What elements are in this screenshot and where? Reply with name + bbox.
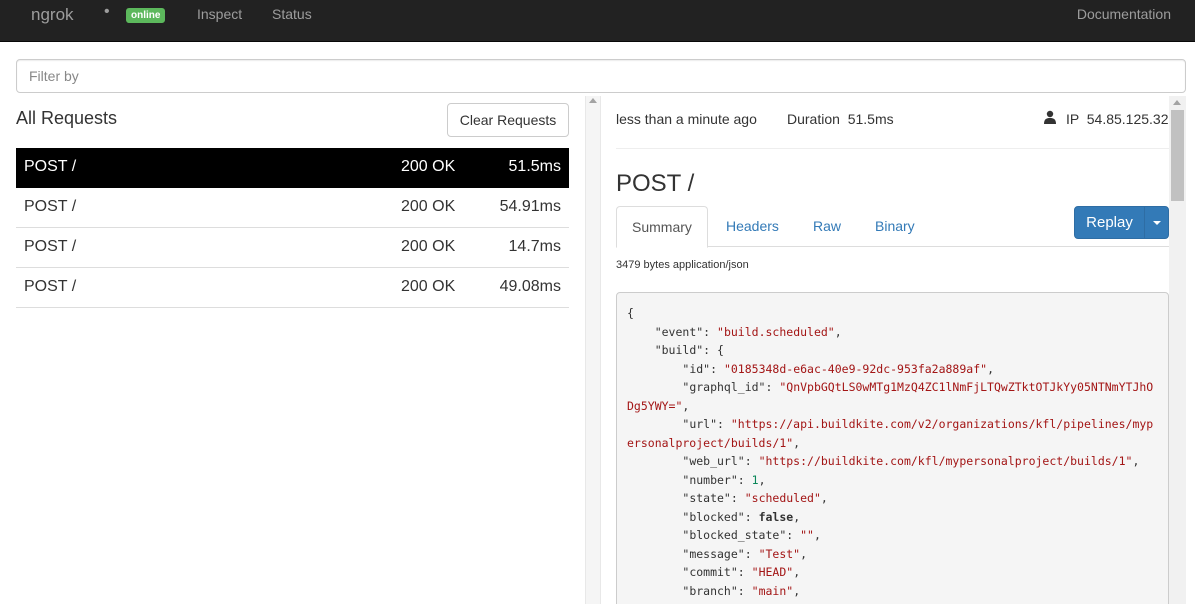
request-list: POST / 200 OK 51.5ms POST / 200 OK 54.91… <box>16 148 569 308</box>
request-status: 200 OK <box>401 198 456 215</box>
request-duration-meta: Duration 51.5ms <box>787 111 894 127</box>
pane-divider[interactable] <box>585 96 601 604</box>
request-row[interactable]: POST / 200 OK 51.5ms <box>16 148 569 188</box>
separator-dot: • <box>104 3 110 20</box>
request-method: POST / <box>24 158 77 175</box>
nav-status[interactable]: Status <box>272 6 312 22</box>
request-status: 200 OK <box>401 238 456 255</box>
status-badge: online <box>126 8 166 23</box>
caret-down-icon <box>1153 221 1161 225</box>
navbar: ngrok • online Inspect Status Documentat… <box>0 0 1195 42</box>
nav-inspect[interactable]: Inspect <box>197 6 242 22</box>
content-meta: 3479 bytes application/json <box>616 259 749 271</box>
replay-button[interactable]: Replay <box>1074 206 1145 239</box>
requests-title: All Requests <box>16 108 118 128</box>
request-time-ago: less than a minute ago <box>616 111 757 127</box>
request-status: 200 OK <box>401 278 456 295</box>
request-row[interactable]: POST / 200 OK 14.7ms <box>16 228 569 268</box>
tab-raw[interactable]: Raw <box>798 206 856 247</box>
json-body-viewer[interactable]: { "event": "build.scheduled", "build": {… <box>616 292 1169 604</box>
nav-documentation[interactable]: Documentation <box>1077 6 1171 22</box>
request-detail-title: POST / <box>616 170 695 197</box>
clear-requests-button[interactable]: Clear Requests <box>447 103 569 137</box>
request-status: 200 OK <box>401 158 456 175</box>
tab-headers[interactable]: Headers <box>711 206 794 247</box>
request-duration: 54.91ms <box>499 198 561 215</box>
client-ip: IP 54.85.125.32 <box>1066 111 1169 127</box>
request-duration: 49.08ms <box>499 278 561 295</box>
request-duration: 51.5ms <box>508 158 561 175</box>
request-method: POST / <box>24 278 77 295</box>
request-method: POST / <box>24 238 77 255</box>
replay-dropdown-toggle[interactable] <box>1144 206 1169 239</box>
request-method: POST / <box>24 198 77 215</box>
scrollbar-thumb[interactable] <box>1171 110 1184 201</box>
chevron-up-icon[interactable] <box>1173 100 1181 105</box>
user-icon <box>1044 110 1056 124</box>
meta-divider <box>616 148 1169 149</box>
tab-summary[interactable]: Summary <box>616 206 708 248</box>
json-code: { "event": "build.scheduled", "build": {… <box>627 306 1154 598</box>
request-duration: 14.7ms <box>508 238 561 255</box>
brand-logo[interactable]: ngrok <box>31 5 74 25</box>
chevron-up-icon[interactable] <box>589 98 597 103</box>
request-row[interactable]: POST / 200 OK 49.08ms <box>16 268 569 308</box>
filter-input[interactable] <box>16 59 1186 93</box>
request-row[interactable]: POST / 200 OK 54.91ms <box>16 188 569 228</box>
tab-binary[interactable]: Binary <box>860 206 930 247</box>
